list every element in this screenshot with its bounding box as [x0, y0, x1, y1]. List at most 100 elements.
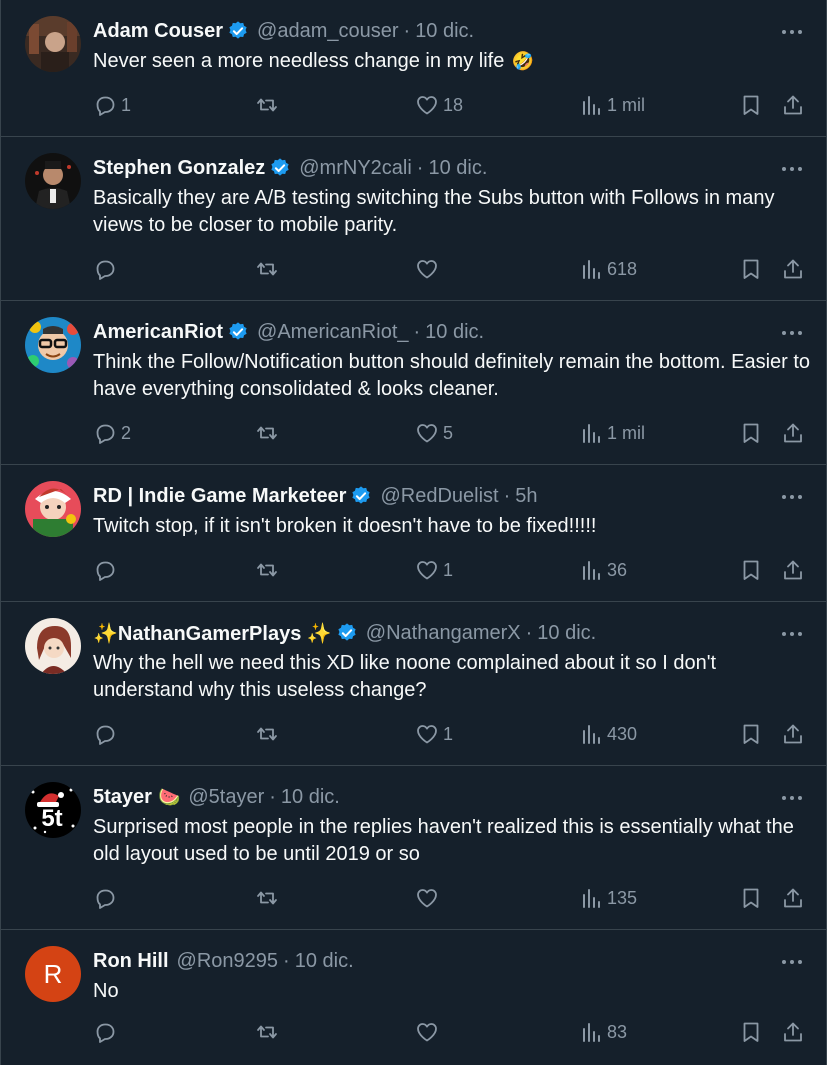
- views-count: 83: [607, 1021, 628, 1042]
- separator-dot: ·: [413, 320, 421, 343]
- reply-tweet-5tayer[interactable]: 5t 5tayer 🍉 @5tayer · 10 dic. Surprised …: [1, 766, 826, 930]
- reply-button[interactable]: [93, 1020, 121, 1044]
- avatar[interactable]: [25, 153, 81, 209]
- reply-tweet-americanriot[interactable]: AmericanRiot @AmericanRiot_ · 10 dic. Th…: [1, 301, 826, 465]
- reply-tweet-redduelist[interactable]: RD | Indie Game Marketeer @RedDuelist · …: [1, 465, 826, 602]
- retweet-button[interactable]: [255, 1020, 283, 1044]
- avatar[interactable]: 5t: [25, 782, 81, 838]
- share-button[interactable]: [781, 421, 805, 445]
- views-button[interactable]: 135: [579, 886, 637, 910]
- more-icon[interactable]: [780, 323, 804, 343]
- views-button[interactable]: 1 mil: [579, 93, 645, 117]
- more-icon[interactable]: [780, 624, 804, 644]
- bookmark-button[interactable]: [739, 1020, 763, 1044]
- retweet-icon: [257, 426, 277, 440]
- views-button[interactable]: 1 mil: [579, 421, 645, 445]
- like-button[interactable]: 18: [415, 93, 463, 117]
- views-count: 1 mil: [607, 422, 646, 443]
- share-button[interactable]: [781, 257, 805, 281]
- share-button[interactable]: [781, 93, 805, 117]
- author-name[interactable]: 5tayer: [93, 786, 152, 809]
- views-count: 618: [607, 258, 638, 279]
- author-name[interactable]: RD | Indie Game Marketeer: [93, 485, 346, 508]
- reply-tweet-ron-hill[interactable]: R Ron Hill @Ron9295 · 10 dic. No 83: [1, 930, 826, 1065]
- watermelon-emoji: 🍉: [157, 786, 181, 808]
- separator-dot: ·: [403, 19, 411, 42]
- reply-button[interactable]: 2: [93, 421, 131, 445]
- more-icon[interactable]: [780, 952, 804, 972]
- like-button[interactable]: [415, 1020, 443, 1044]
- like-button[interactable]: 5: [415, 421, 453, 445]
- like-count: 1: [443, 723, 454, 744]
- avatar[interactable]: [25, 481, 81, 537]
- bookmark-button[interactable]: [739, 421, 763, 445]
- tweet-time[interactable]: 5h: [515, 485, 537, 508]
- more-icon[interactable]: [780, 487, 804, 507]
- reply-button[interactable]: [93, 257, 121, 281]
- share-button[interactable]: [781, 722, 805, 746]
- reply-button[interactable]: 1: [93, 93, 131, 117]
- bookmark-button[interactable]: [739, 257, 763, 281]
- retweet-button[interactable]: [255, 421, 283, 445]
- author-handle[interactable]: @RedDuelist: [380, 485, 498, 508]
- tweet-time[interactable]: 10 dic.: [295, 950, 354, 973]
- avatar[interactable]: R: [25, 946, 81, 1002]
- avatar[interactable]: [25, 16, 81, 72]
- author-name[interactable]: Adam Couser: [93, 20, 223, 43]
- share-button[interactable]: [781, 558, 805, 582]
- reply-button[interactable]: [93, 558, 121, 582]
- reply-tweet-adam-couser[interactable]: Adam Couser @adam_couser · 10 dic. Never…: [1, 0, 826, 137]
- share-icon: [784, 560, 802, 580]
- tweet-time[interactable]: 10 dic.: [415, 20, 474, 43]
- more-icon[interactable]: [780, 22, 804, 42]
- bookmark-button[interactable]: [739, 93, 763, 117]
- like-icon: [417, 260, 437, 279]
- separator-dot: ·: [416, 156, 424, 179]
- author-handle[interactable]: @mrNY2cali: [299, 157, 412, 180]
- like-button[interactable]: 1: [415, 722, 453, 746]
- like-button[interactable]: [415, 257, 443, 281]
- avatar[interactable]: [25, 618, 81, 674]
- reply-button[interactable]: [93, 886, 121, 910]
- author-handle[interactable]: @NathangamerX: [366, 622, 521, 645]
- views-button[interactable]: 83: [579, 1020, 627, 1044]
- tweet-header: AmericanRiot @AmericanRiot_ · 10 dic.: [93, 319, 484, 345]
- like-button[interactable]: [415, 886, 443, 910]
- like-button[interactable]: 1: [415, 558, 453, 582]
- tweet-time[interactable]: 10 dic.: [425, 321, 484, 344]
- views-icon: [583, 1023, 600, 1042]
- author-name[interactable]: ✨NathanGamerPlays ✨: [93, 621, 332, 646]
- bookmark-button[interactable]: [739, 558, 763, 582]
- reply-tweet-stephen-gonzalez[interactable]: Stephen Gonzalez @mrNY2cali · 10 dic. Ba…: [1, 137, 826, 301]
- author-handle[interactable]: @adam_couser: [257, 20, 398, 43]
- separator-dot: ·: [269, 785, 276, 808]
- views-button[interactable]: 430: [579, 722, 637, 746]
- avatar[interactable]: [25, 317, 81, 373]
- retweet-button[interactable]: [255, 93, 283, 117]
- reply-icon: [96, 889, 115, 909]
- more-icon[interactable]: [780, 788, 804, 808]
- bookmark-button[interactable]: [739, 886, 763, 910]
- retweet-button[interactable]: [255, 722, 283, 746]
- views-button[interactable]: 618: [579, 257, 637, 281]
- tweet-actions: 1 18 1 mil: [93, 93, 813, 117]
- author-handle[interactable]: @Ron9295: [177, 950, 278, 973]
- author-name[interactable]: Ron Hill: [93, 950, 169, 973]
- retweet-button[interactable]: [255, 886, 283, 910]
- reply-tweet-nathangamerplays[interactable]: ✨NathanGamerPlays ✨ @NathangamerX · 10 d…: [1, 602, 826, 766]
- reply-button[interactable]: [93, 722, 121, 746]
- share-button[interactable]: [781, 886, 805, 910]
- tweet-time[interactable]: 10 dic.: [428, 157, 487, 180]
- author-name[interactable]: Stephen Gonzalez: [93, 157, 265, 180]
- bookmark-button[interactable]: [739, 722, 763, 746]
- author-name[interactable]: AmericanRiot: [93, 321, 223, 344]
- retweet-button[interactable]: [255, 257, 283, 281]
- author-handle[interactable]: @5tayer: [188, 786, 264, 809]
- author-handle[interactable]: @AmericanRiot_: [257, 321, 408, 344]
- share-button[interactable]: [781, 1020, 805, 1044]
- tweet-time[interactable]: 10 dic.: [281, 786, 340, 809]
- tweet-time[interactable]: 10 dic.: [537, 622, 596, 645]
- views-button[interactable]: 36: [579, 558, 627, 582]
- retweet-button[interactable]: [255, 558, 283, 582]
- more-icon[interactable]: [780, 159, 804, 179]
